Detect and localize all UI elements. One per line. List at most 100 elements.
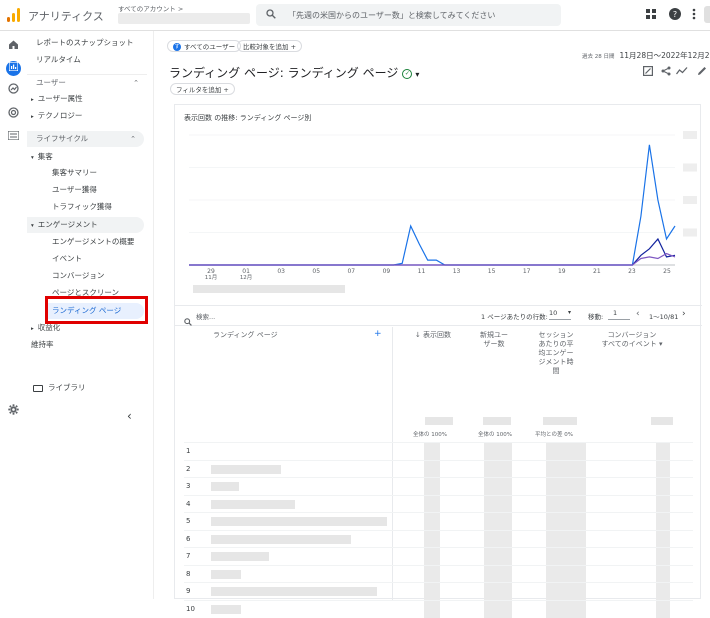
apps-grid-icon[interactable] [646, 9, 656, 22]
metric-value-redacted [424, 443, 440, 460]
metric-value-redacted [484, 461, 512, 478]
table-row[interactable]: 1 [184, 442, 693, 459]
table-row[interactable]: 2 [184, 460, 693, 477]
main-content: すすべてのユーザー 比較対象を追加 + 過去 28 日間11月28日～2022年… [163, 31, 710, 599]
table-row[interactable]: 7 [184, 547, 693, 564]
total-new-users-sub: 全体の 100% [478, 430, 512, 438]
col-header-conversions-sub[interactable]: すべてのイベント ▾ [593, 340, 671, 349]
landing-page-value-redacted [211, 605, 241, 614]
page-title-text: ランディング ページ: ランディング ページ [169, 66, 398, 80]
configure-icon[interactable] [6, 130, 21, 145]
goto-label: 移動: [588, 311, 603, 321]
add-filter-chip[interactable]: フィルタを追加 + [170, 83, 235, 95]
nav-snapshot[interactable]: レポートのスナップショット [36, 35, 134, 51]
advertising-icon[interactable] [6, 107, 21, 122]
total-avg-sub: 平均との差 0% [535, 430, 573, 438]
col-header-new-users[interactable]: 新規ユーザー数 [477, 331, 511, 349]
metric-value-redacted [484, 443, 512, 460]
table-row[interactable]: 8 [184, 565, 693, 582]
col-header-views[interactable]: ↓ 表示回数 [411, 331, 455, 340]
insights-icon[interactable] [676, 66, 688, 79]
total-conversions-redacted [651, 417, 673, 425]
nav-engagement-label: エンゲージメント [38, 220, 98, 229]
table-row[interactable]: 3 [184, 477, 693, 494]
metric-value-redacted [546, 566, 586, 583]
goto-input[interactable]: 1 [608, 309, 630, 320]
prev-page-icon[interactable]: ‹ [636, 309, 640, 319]
series-line-1 [189, 145, 675, 265]
metric-value-redacted [546, 443, 586, 460]
x-tick-label: 17 [523, 268, 531, 275]
col-header-landing-page[interactable]: ランディング ページ [213, 331, 278, 340]
nav-conversions[interactable]: コンバージョン [52, 268, 104, 284]
nav-technology[interactable]: ▸テクノロジー [31, 108, 82, 124]
landing-page-value-redacted [211, 482, 239, 491]
edit-icon[interactable] [697, 66, 707, 79]
col-header-conversions[interactable]: コンバージョン すべてのイベント ▾ [593, 331, 671, 349]
more-vert-icon[interactable] [692, 8, 696, 23]
reports-icon[interactable] [6, 61, 21, 76]
nav-user-acquisition[interactable]: ユーザー獲得 [52, 182, 97, 198]
home-icon[interactable] [6, 39, 21, 54]
share-icon[interactable] [661, 66, 671, 79]
customize-report-icon[interactable] [643, 66, 653, 79]
search-bar[interactable]: 「先週の米国からのユーザー数」と検索してみてください [256, 4, 561, 26]
table-row[interactable]: 9 [184, 582, 693, 599]
settings-icon[interactable] [6, 404, 21, 419]
metric-value-redacted [484, 531, 512, 548]
account-name-redacted[interactable] [118, 13, 250, 24]
date-range-picker[interactable]: 過去 28 日間11月28日～2022年12月25日▾ [582, 43, 710, 62]
rows-per-page-select[interactable]: 10▾ [549, 309, 571, 320]
next-page-icon[interactable]: › [682, 309, 686, 319]
table-row[interactable]: 10 [184, 600, 693, 617]
metric-value-redacted [424, 548, 440, 565]
col-header-avg-engagement[interactable]: セッションあたりの平均エンゲージメント時間 [536, 331, 576, 376]
check-circle-icon[interactable]: ✓ [402, 69, 412, 79]
help-icon[interactable]: ? [669, 8, 681, 23]
collapse-nav-icon[interactable]: ‹ [127, 408, 132, 424]
segment-chip-all-users[interactable]: すすべてのユーザー [167, 40, 241, 52]
metric-value-redacted [656, 583, 670, 600]
rows-per-page-value: 10 [549, 309, 557, 317]
row-number: 9 [186, 587, 190, 595]
row-number: 8 [186, 570, 190, 578]
col-header-conversions-label: コンバージョン [593, 331, 671, 340]
metric-value-redacted [424, 566, 440, 583]
nav-section-lifecycle[interactable]: ライフサイクル ⌃ [27, 131, 144, 147]
nav-engagement-overview[interactable]: エンゲージメントの概要 [52, 234, 134, 250]
nav-section-user[interactable]: ユーザー ⌃ [27, 74, 147, 90]
segment-chip-label: すべてのユーザー [184, 43, 235, 51]
metric-value-redacted [546, 548, 586, 565]
row-number: 1 [186, 447, 190, 455]
analytics-logo-icon[interactable] [7, 8, 21, 22]
nav-user-attributes[interactable]: ▸ユーザー属性 [31, 91, 83, 107]
table-toolbar: 検索... 1 ページあたりの行数: 10▾ 移動: 1 ‹ 1〜10/81 › [175, 305, 702, 326]
add-comparison-chip[interactable]: 比較対象を追加 + [237, 40, 302, 52]
account-breadcrumb[interactable]: すべてのアカウント > [118, 3, 183, 13]
chevron-up-icon: ⌃ [133, 75, 139, 91]
nav-acquisition-overview[interactable]: 集客サマリー [52, 165, 97, 181]
x-tick-label: 03 [277, 268, 285, 275]
table-search-input[interactable]: 検索... [196, 311, 215, 321]
metric-value-redacted [484, 478, 512, 495]
table-row[interactable]: 6 [184, 530, 693, 547]
landing-page-value-redacted [211, 465, 281, 474]
x-tick-label: 29 [207, 268, 215, 275]
nav-technology-label: テクノロジー [38, 111, 83, 120]
table-row[interactable]: 4 [184, 495, 693, 512]
nav-retention[interactable]: 維持率 [31, 337, 54, 353]
nav-events[interactable]: イベント [52, 251, 82, 267]
title-dropdown-icon[interactable]: ▾ [415, 70, 419, 79]
nav-library[interactable]: ライブラリ [33, 380, 86, 396]
nav-realtime[interactable]: リアルタイム [36, 52, 81, 68]
account-avatar-icon[interactable] [704, 6, 710, 23]
nav-engagement[interactable]: ▾エンゲージメント [27, 217, 144, 233]
landing-page-value-redacted [211, 517, 387, 526]
metric-value-redacted [656, 531, 670, 548]
nav-acquisition[interactable]: ▾集客 [31, 149, 53, 165]
table-row[interactable]: 5 [184, 512, 693, 529]
explore-icon[interactable] [6, 83, 21, 98]
add-dimension-icon[interactable]: + [374, 330, 382, 339]
nav-traffic-acquisition[interactable]: トラフィック獲得 [52, 199, 112, 215]
metric-value-redacted [484, 583, 512, 600]
